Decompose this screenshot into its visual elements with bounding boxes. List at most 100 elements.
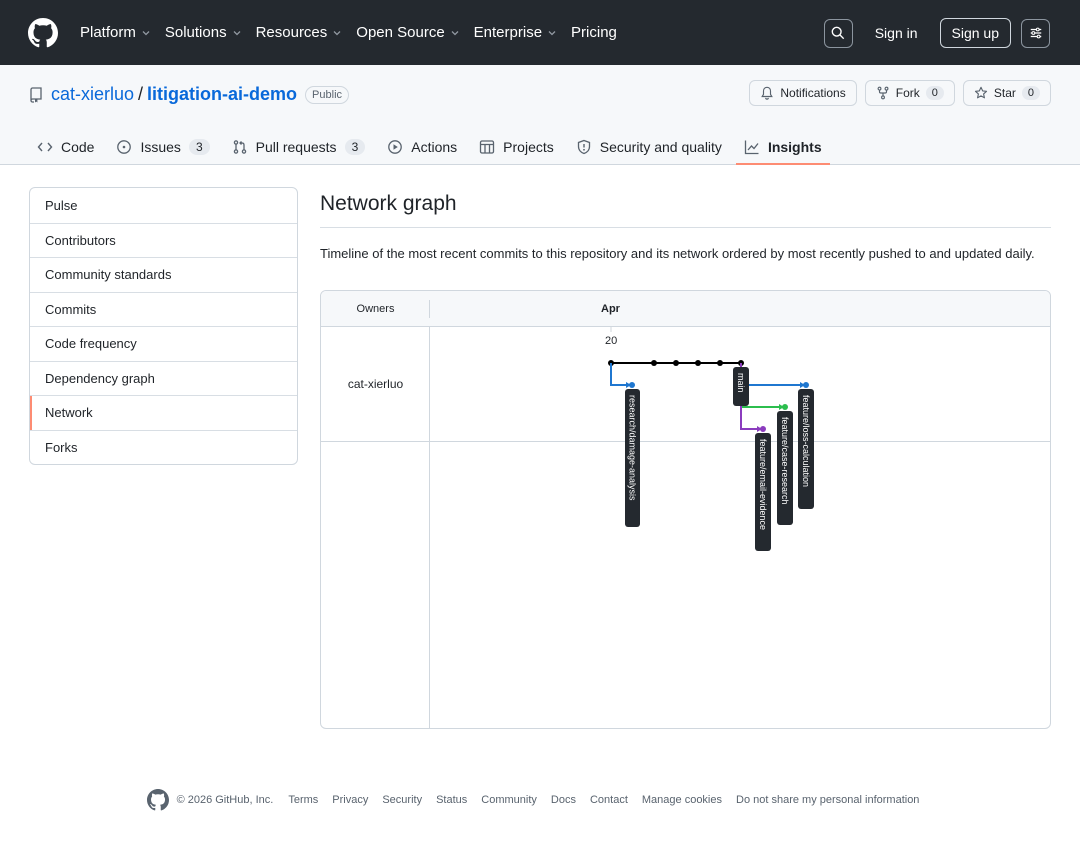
tab-label: Projects — [503, 139, 554, 155]
chevron-down-icon — [548, 30, 556, 35]
repo-header: cat-xierluo / litigation-ai-demo Public … — [0, 65, 1080, 165]
star-count: 0 — [1021, 86, 1040, 100]
nav-pricing[interactable]: Pricing — [571, 24, 617, 41]
nav-solutions[interactable]: Solutions — [165, 24, 242, 41]
branch-label-feature-case-research[interactable]: feature/case-research — [777, 411, 793, 525]
nav-label: Solutions — [164, 24, 227, 41]
day-label: 20 — [605, 335, 617, 347]
footer-link-docs[interactable]: Docs — [551, 794, 576, 806]
branch-label-feature-email-evidence[interactable]: feature/email-evidence — [755, 433, 771, 551]
branch-label-text: main — [736, 373, 746, 393]
repo-owner-link[interactable]: cat-xierluo — [51, 84, 134, 105]
commit-dot[interactable] — [717, 360, 723, 366]
sidebar-item-commits[interactable]: Commits — [30, 291, 297, 327]
commit-dot[interactable] — [629, 382, 635, 388]
play-icon — [388, 140, 403, 154]
shield-icon — [577, 139, 590, 155]
branch-label-text: feature/loss-calculation — [801, 395, 811, 487]
tab-label: Actions — [411, 139, 458, 155]
search-icon — [831, 26, 845, 40]
fork-count: 0 — [925, 86, 944, 100]
fork-label: Fork — [895, 86, 920, 100]
issues-count: 3 — [188, 139, 210, 155]
sidebar-item-dependency-graph[interactable]: Dependency graph — [30, 360, 297, 396]
nav-resources[interactable]: Resources — [256, 24, 343, 41]
footer-link-terms[interactable]: Terms — [288, 794, 318, 806]
notifications-button[interactable]: Notifications — [749, 80, 857, 106]
star-button[interactable]: Star 0 — [962, 80, 1051, 106]
nav-platform[interactable]: Platform — [80, 24, 151, 41]
sign-in-link[interactable]: Sign in — [875, 25, 918, 41]
nav-label: Open Source — [356, 24, 445, 41]
github-logo-icon[interactable] — [146, 789, 169, 811]
nav-label: Resources — [255, 24, 328, 41]
global-header: Platform Solutions Resources Open Source… — [0, 0, 1080, 65]
network-graph-canvas[interactable]: 20 research/damage-analysis main feature… — [321, 291, 1051, 729]
sidebar-item-pulse[interactable]: Pulse — [30, 188, 297, 223]
sidebar-item-network[interactable]: Network — [30, 395, 297, 430]
repo-name-link[interactable]: litigation-ai-demo — [147, 84, 297, 105]
branch-label-research-damage-analysis[interactable]: research/damage-analysis — [625, 389, 640, 527]
nav-enterprise[interactable]: Enterprise — [474, 24, 557, 41]
commit-dot[interactable] — [695, 360, 701, 366]
sidebar-item-community-standards[interactable]: Community standards — [30, 257, 297, 292]
commit-dot[interactable] — [651, 360, 657, 366]
commit-dot[interactable] — [760, 426, 766, 432]
tab-code[interactable]: Code — [29, 129, 102, 165]
tab-label: Insights — [767, 139, 822, 155]
footer-link-status[interactable]: Status — [436, 794, 467, 806]
footer-link-contact[interactable]: Contact — [590, 794, 628, 806]
pull-request-icon — [233, 140, 246, 154]
branch-label-main[interactable]: main — [733, 367, 749, 406]
chevron-down-icon — [333, 30, 341, 35]
nav-label: Enterprise — [473, 24, 543, 41]
sidebar-item-code-frequency[interactable]: Code frequency — [30, 326, 297, 361]
network-graph[interactable]: Owners Apr cat-xierluo 20 research/damag… — [320, 290, 1051, 729]
menu-button[interactable] — [1021, 18, 1050, 48]
tab-actions[interactable]: Actions — [379, 129, 465, 165]
repo-actions: Notifications Fork 0 Star 0 — [749, 80, 1051, 106]
github-logo-icon[interactable] — [28, 18, 58, 48]
commit-dot[interactable] — [803, 382, 809, 388]
footer-link-do-not-share[interactable]: Do not share my personal information — [736, 794, 919, 806]
fork-icon — [877, 86, 889, 100]
sliders-icon — [1030, 27, 1041, 39]
tab-label: Pull requests — [255, 139, 337, 155]
page-footer: © 2026 GitHub, Inc. Terms Privacy Securi… — [0, 789, 1080, 811]
commit-dot[interactable] — [673, 360, 679, 366]
nav-open-source[interactable]: Open Source — [356, 24, 459, 41]
fork-button[interactable]: Fork 0 — [864, 80, 955, 106]
branch-line-research — [610, 363, 629, 386]
chevron-down-icon — [142, 30, 150, 35]
repo-icon — [30, 86, 42, 103]
footer-link-community[interactable]: Community — [481, 794, 537, 806]
notifications-label: Notifications — [780, 86, 846, 100]
repo-title: cat-xierluo / litigation-ai-demo Public — [29, 84, 350, 105]
branch-label-text: research/damage-analysis — [628, 395, 638, 501]
footer-link-privacy[interactable]: Privacy — [332, 794, 368, 806]
repo-tabs: Code Issues 3 Pull requests 3 Actions Pr… — [29, 129, 836, 165]
page-title: Network graph — [320, 192, 457, 215]
tab-pull-requests[interactable]: Pull requests 3 — [224, 129, 374, 165]
tab-label: Issues — [140, 139, 181, 155]
footer-link-manage-cookies[interactable]: Manage cookies — [642, 794, 722, 806]
chevron-down-icon — [451, 30, 459, 35]
footer-link-security[interactable]: Security — [382, 794, 422, 806]
table-icon — [480, 140, 495, 154]
branch-label-feature-loss-calculation[interactable]: feature/loss-calculation — [798, 389, 814, 509]
tab-projects[interactable]: Projects — [471, 129, 562, 165]
tab-issues[interactable]: Issues 3 — [108, 129, 217, 165]
sign-up-button[interactable]: Sign up — [939, 18, 1011, 48]
star-icon — [974, 86, 987, 99]
issue-icon — [117, 140, 132, 154]
commit-dot[interactable] — [782, 404, 788, 410]
pull-requests-count: 3 — [344, 139, 366, 155]
search-button[interactable] — [823, 18, 853, 48]
sidebar-item-forks[interactable]: Forks — [30, 429, 297, 465]
tab-security-and-quality[interactable]: Security and quality — [568, 129, 730, 165]
title-divider — [320, 227, 1051, 228]
header-actions: Sign in Sign up — [823, 18, 1050, 48]
star-label: Star — [993, 86, 1016, 100]
sidebar-item-contributors[interactable]: Contributors — [30, 222, 297, 258]
tab-insights[interactable]: Insights — [735, 129, 830, 165]
